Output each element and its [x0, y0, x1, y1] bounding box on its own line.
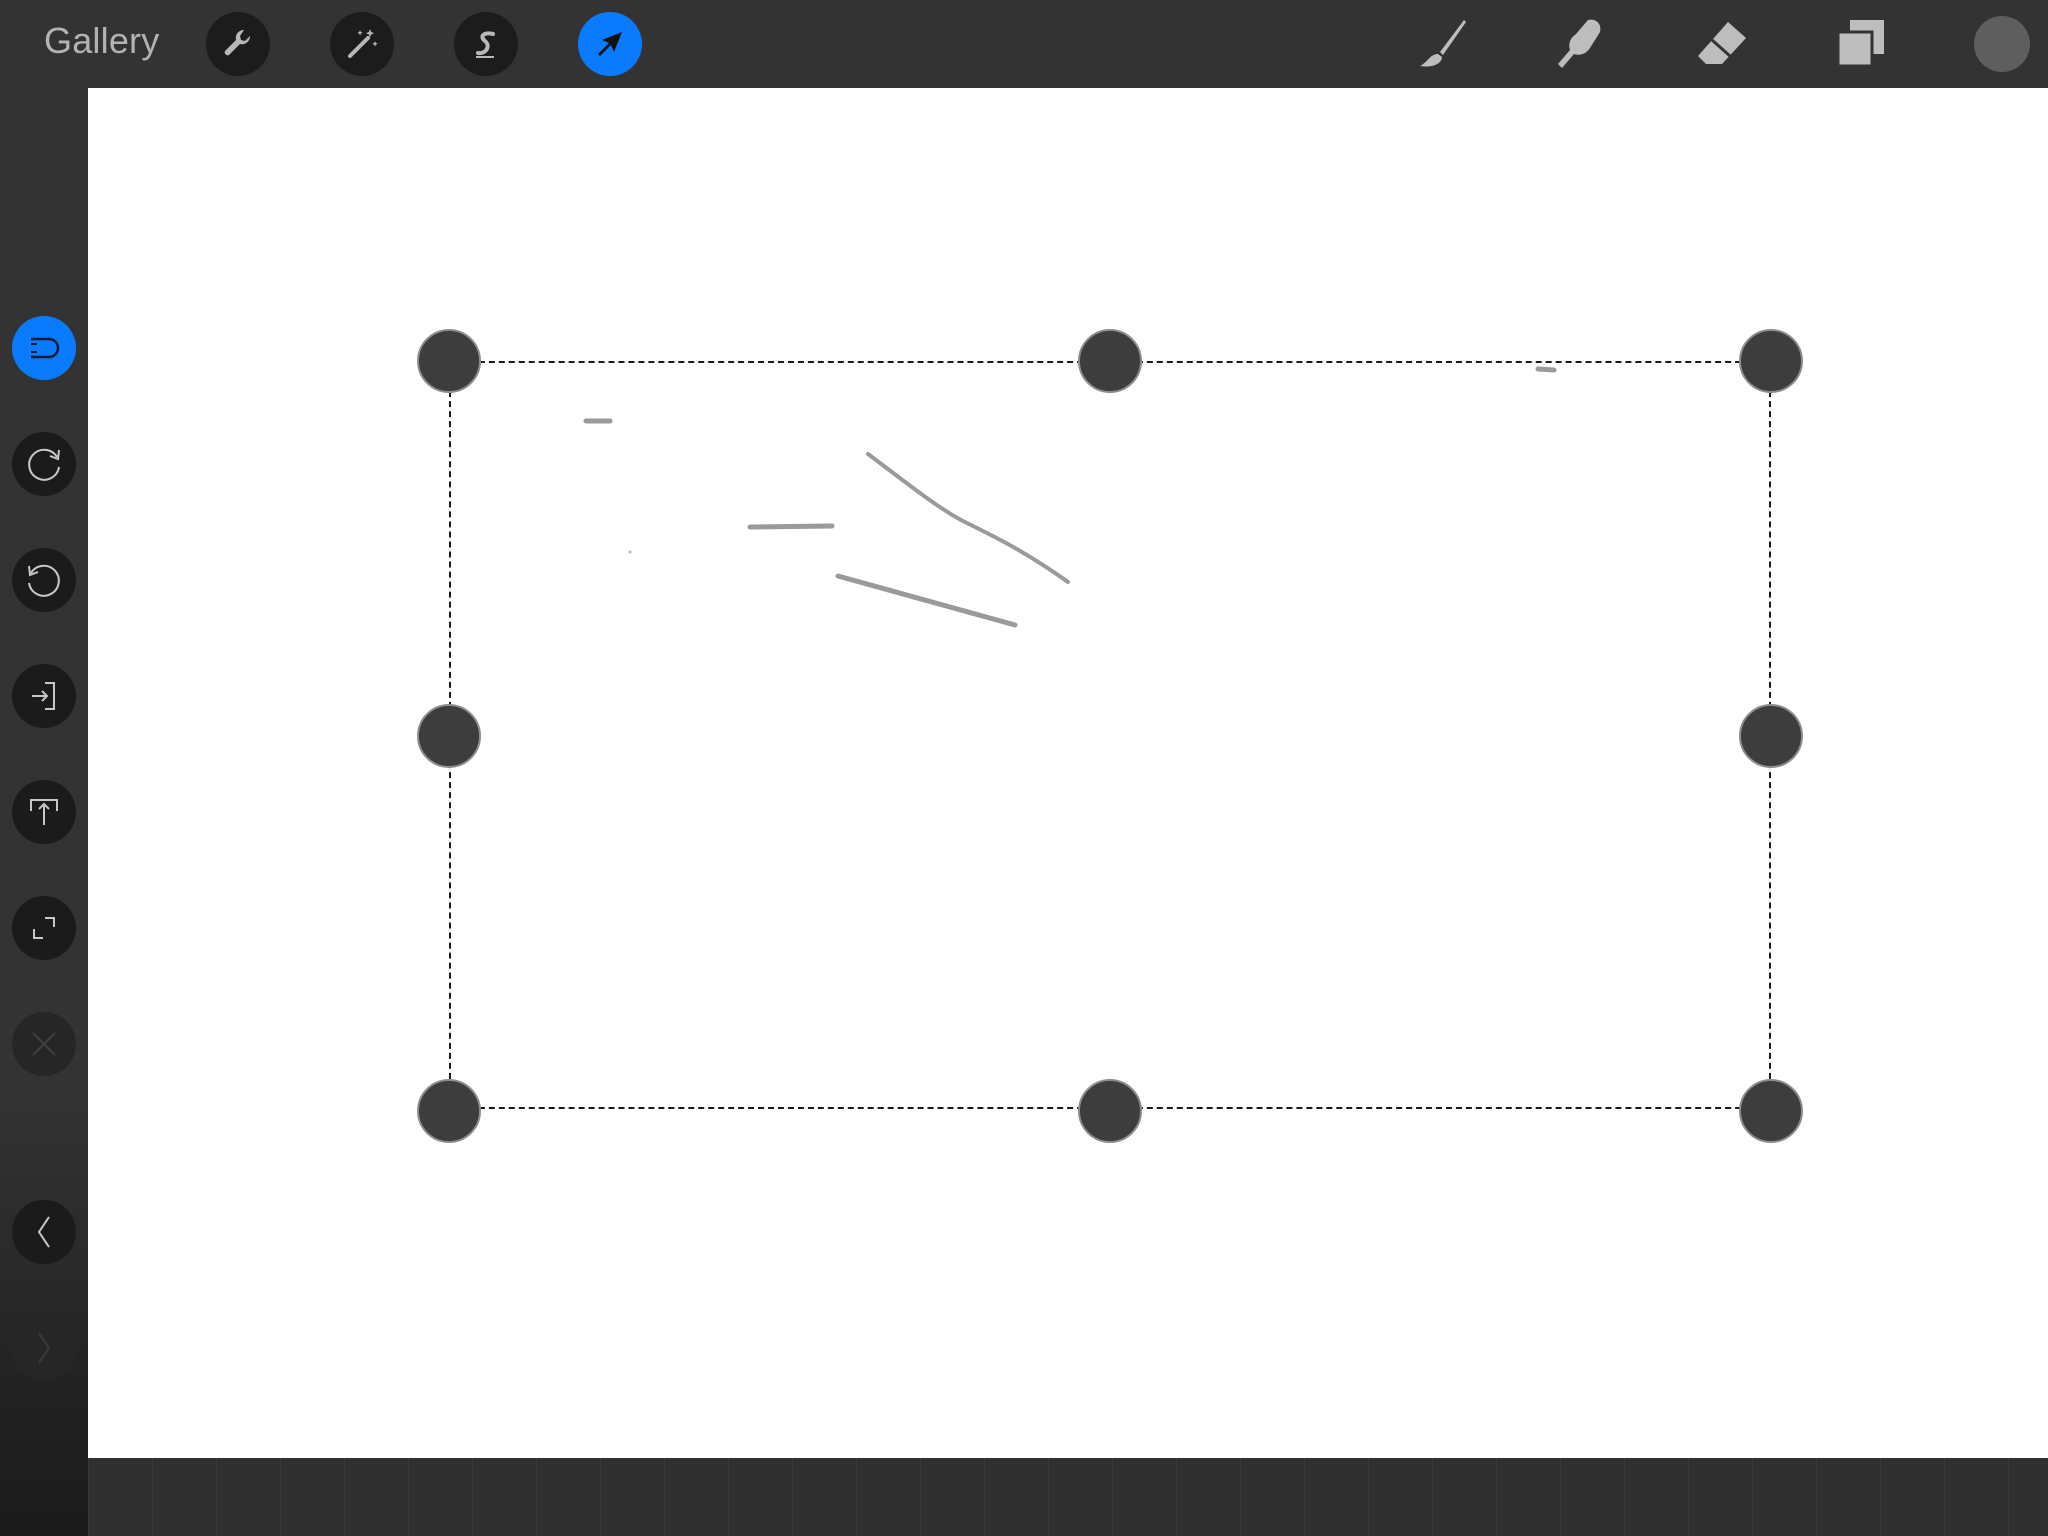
- actions-button[interactable]: [206, 12, 270, 76]
- flip-vertical-button[interactable]: [12, 780, 76, 844]
- handle-top-left[interactable]: [417, 329, 481, 393]
- canvas-artwork: [583, 366, 1557, 628]
- stroke-diagonal: [835, 573, 1018, 628]
- brush-icon: [1420, 20, 1466, 67]
- handle-middle-right[interactable]: [1739, 704, 1803, 768]
- stroke-dot: [628, 550, 632, 554]
- rotate-clockwise-button[interactable]: [12, 432, 76, 496]
- procreate-app: Gallery: [0, 0, 2048, 1536]
- magic-wand-icon: [348, 29, 378, 58]
- fit-screen-icon: [33, 917, 55, 939]
- handle-bottom-left[interactable]: [417, 1079, 481, 1143]
- rotate-counterclockwise-button[interactable]: [12, 548, 76, 612]
- close-icon: [32, 1032, 56, 1056]
- undo-button[interactable]: [12, 1200, 76, 1264]
- adjustments-button[interactable]: [330, 12, 394, 76]
- wrench-icon: [224, 29, 251, 56]
- stroke-dash-2: [1535, 366, 1557, 373]
- smudge-finger-icon: [1558, 19, 1601, 68]
- stroke-horizontal: [747, 523, 835, 530]
- transform-button[interactable]: [578, 12, 642, 76]
- flip-horizontal-button[interactable]: [12, 664, 76, 728]
- layers-icon: [1836, 20, 1884, 68]
- magnetics-button[interactable]: [12, 316, 76, 380]
- flip-horizontal-icon: [32, 682, 55, 710]
- stroke-curve: [866, 452, 1070, 584]
- fit-to-screen-button[interactable]: [12, 896, 76, 960]
- left-sidebar: [0, 88, 88, 1536]
- eraser-icon: [1698, 22, 1746, 64]
- chevron-right-icon: [38, 1332, 51, 1364]
- handle-middle-left[interactable]: [417, 704, 481, 768]
- handle-top-right[interactable]: [1739, 329, 1803, 393]
- rotate-cw-icon: [28, 448, 60, 481]
- selection-button[interactable]: [454, 12, 518, 76]
- handle-top-center[interactable]: [1078, 329, 1142, 393]
- arrow-cursor-icon: [598, 32, 622, 56]
- bottom-grid-strip: [88, 1458, 2048, 1536]
- redo-button[interactable]: [12, 1316, 76, 1380]
- eraser-button[interactable]: [1690, 14, 1754, 74]
- handle-bottom-right[interactable]: [1739, 1079, 1803, 1143]
- flip-vertical-icon: [30, 799, 58, 825]
- brush-button[interactable]: [1410, 14, 1474, 74]
- magnet-icon: [31, 337, 60, 359]
- gallery-button[interactable]: Gallery: [44, 20, 159, 62]
- reset-button[interactable]: [12, 1012, 76, 1076]
- chevron-left-icon: [37, 1216, 50, 1248]
- selection-s-icon: [476, 31, 495, 58]
- smudge-button[interactable]: [1548, 14, 1612, 74]
- color-picker-button[interactable]: [1974, 16, 2030, 72]
- handle-bottom-center[interactable]: [1078, 1079, 1142, 1143]
- rotate-ccw-icon: [28, 564, 60, 597]
- layers-button[interactable]: [1830, 14, 1894, 74]
- drawing-canvas[interactable]: [88, 88, 2048, 1458]
- top-toolbar: Gallery: [0, 0, 2048, 88]
